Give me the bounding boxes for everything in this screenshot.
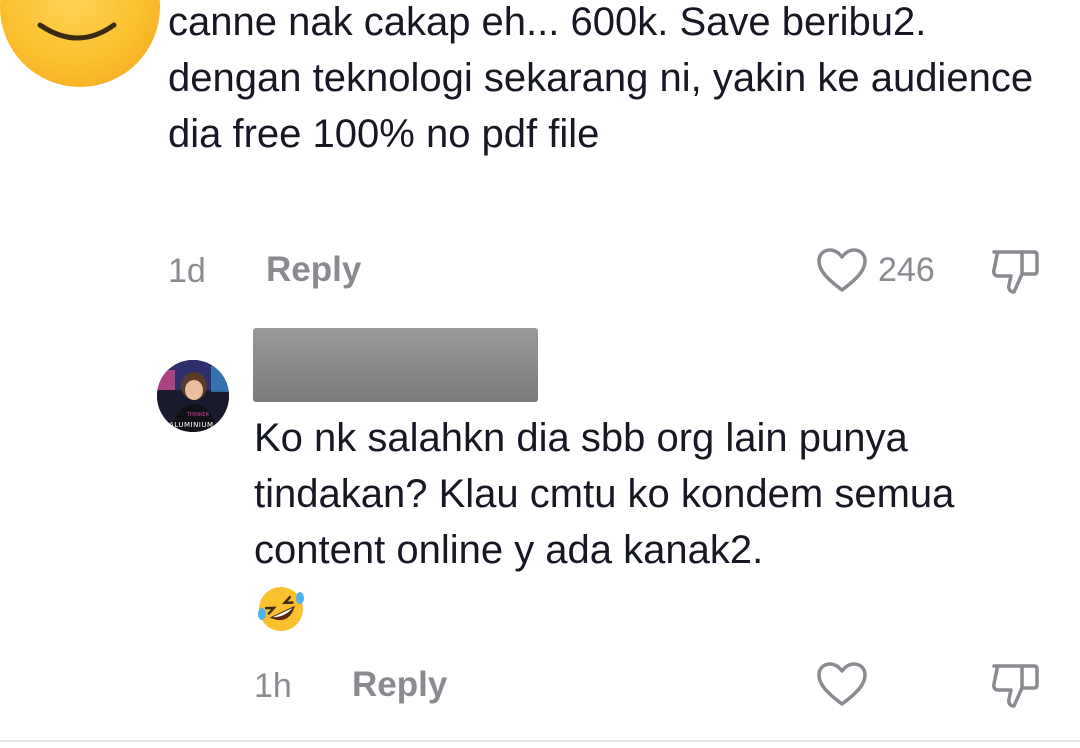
comment-text: canne nak cakap eh... 600k. Save beribu2… (168, 0, 1045, 156)
comment-text: Ko nk salahkn dia sbb org lain punya tin… (254, 416, 966, 572)
comment-timestamp: 1d (168, 252, 206, 290)
like-count: 246 (878, 251, 935, 289)
dislike-icon[interactable] (988, 660, 1042, 710)
reply-button[interactable]: Reply (266, 250, 361, 290)
heart-icon[interactable] (816, 661, 868, 707)
divider (0, 740, 1080, 742)
reply-button[interactable]: Reply (352, 665, 447, 705)
smiling-face-emoji-icon[interactable] (0, 0, 160, 87)
redacted-username (253, 328, 538, 402)
avatar[interactable]: THINKER ALUMINIUM (157, 360, 229, 432)
smiling-face-icon (37, 22, 117, 41)
comment-timestamp: 1h (254, 667, 292, 705)
heart-icon[interactable] (816, 247, 868, 293)
svg-text:THINKER: THINKER (186, 412, 209, 418)
rolling-on-the-floor-laughing-emoji-icon (258, 587, 304, 631)
avatar-caption: ALUMINIUM (169, 421, 214, 429)
dislike-icon[interactable] (988, 246, 1042, 296)
